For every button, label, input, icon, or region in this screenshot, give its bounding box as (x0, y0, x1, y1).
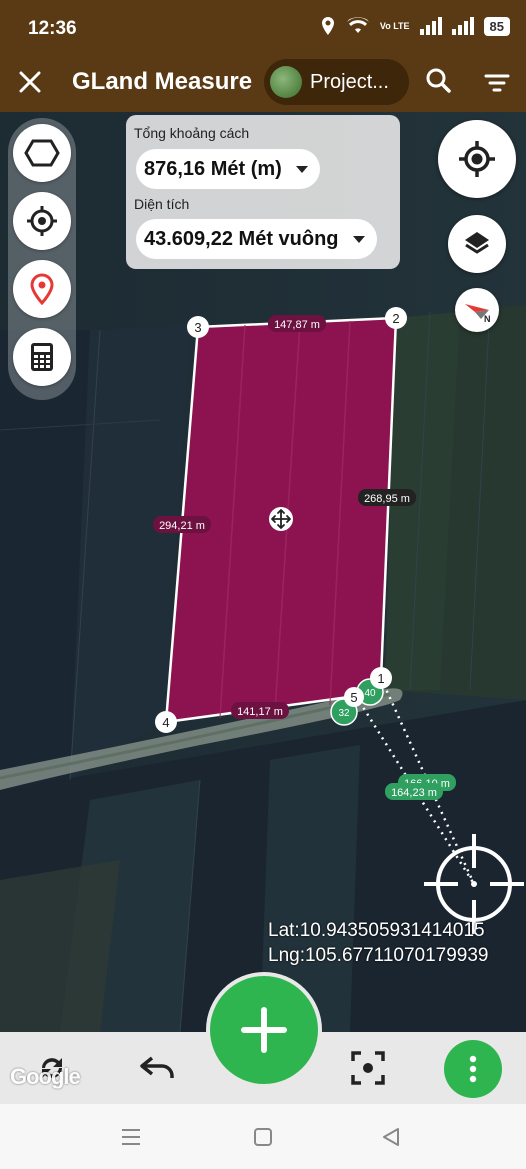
undo-icon (140, 1056, 174, 1078)
measure-label-b: 164,23 m (385, 783, 443, 800)
home-square-icon (254, 1128, 272, 1146)
svg-text:N: N (484, 314, 491, 324)
vertex-2-label: 2 (392, 311, 399, 326)
app-title: GLand Measure (72, 68, 253, 95)
edge-label-right-text: 268,95 m (364, 493, 410, 505)
compass-icon: N (465, 304, 491, 324)
more-options-button[interactable] (444, 1040, 502, 1098)
layers-icon (465, 232, 489, 254)
vertex-2[interactable]: 2 (385, 307, 407, 329)
measurement-panel: Tổng khoảng cách 876,16 Mét (m) Diện tíc… (126, 115, 400, 269)
google-attribution: Google (10, 1064, 81, 1089)
vertex-5[interactable]: 5 (344, 687, 364, 707)
edge-label-bottom: 141,17 m (231, 702, 289, 719)
edge-label-left: 294,21 m (153, 516, 211, 533)
vertex-1[interactable]: 1 (370, 667, 392, 689)
vertex-4-label: 4 (162, 715, 169, 730)
focus-button[interactable] (342, 1042, 394, 1094)
latitude-text: Lat:10.943505931414015 (268, 920, 485, 941)
undo-button[interactable] (132, 1042, 184, 1094)
filter-icon (484, 74, 510, 92)
plus-icon (241, 1007, 287, 1053)
area-unit-select[interactable]: 43.609,22 Mét vuông (136, 219, 377, 259)
menu-lines-icon (122, 1129, 140, 1145)
location-icon (321, 17, 334, 35)
layers-button[interactable] (448, 215, 506, 273)
edge-label-bottom-text: 141,17 m (237, 706, 283, 718)
search-icon (426, 68, 451, 93)
project-selector[interactable]: Project... (264, 59, 409, 105)
area-value: 43.609,22 Mét vuông (144, 227, 339, 250)
vertex-4[interactable]: 4 (155, 711, 177, 733)
app-bar: GLand Measure Project... (0, 54, 526, 112)
more-vertical-icon (469, 1055, 477, 1083)
close-icon (19, 71, 41, 93)
signal-icon-2 (451, 17, 474, 35)
longitude-text: Lng:105.67711070179939 (268, 945, 489, 966)
calculator-button[interactable] (13, 328, 71, 386)
signal-icon (419, 17, 442, 35)
polygon-tool-button[interactable] (13, 124, 71, 182)
area-label: Diện tích (134, 196, 190, 212)
vertex-3-label: 3 (194, 320, 201, 335)
system-nav-bar (0, 1104, 526, 1169)
recent-apps-button[interactable] (118, 1124, 144, 1150)
map-pin-icon (30, 273, 54, 305)
compass-button[interactable]: N (455, 288, 499, 332)
project-thumbnail (270, 66, 302, 98)
close-button[interactable] (14, 66, 46, 98)
home-button[interactable] (250, 1124, 276, 1150)
edge-label-right: 268,95 m (358, 489, 416, 506)
marker-32-text: 32 (338, 708, 350, 719)
vertex-3[interactable]: 3 (187, 316, 209, 338)
battery-indicator: 85 (483, 16, 510, 36)
search-button[interactable] (422, 64, 456, 98)
add-marker-button[interactable] (13, 260, 71, 318)
edge-label-left-text: 294,21 m (159, 520, 205, 532)
status-time: 12:36 (28, 18, 77, 39)
back-triangle-icon (383, 1128, 399, 1146)
move-icon[interactable] (269, 507, 293, 531)
distance-value: 876,16 Mét (m) (144, 157, 282, 180)
marker-40-text: 40 (364, 688, 376, 699)
project-label: Project... (310, 70, 389, 93)
locate-point-button[interactable] (13, 192, 71, 250)
network-type: Vo LTE (379, 20, 410, 31)
vertex-5-label: 5 (350, 690, 357, 705)
my-location-button[interactable] (438, 120, 516, 198)
calculator-icon (31, 343, 53, 371)
focus-frame-icon (351, 1051, 385, 1085)
coordinate-readout: Lat:10.943505931414015 Lng:105.677110701… (268, 918, 489, 968)
vertex-1-label: 1 (377, 671, 384, 686)
add-point-button[interactable] (210, 976, 318, 1084)
status-icons: Vo LTE 85 (320, 16, 510, 36)
left-toolbar (8, 118, 76, 400)
filter-button[interactable] (480, 66, 514, 100)
chevron-down-icon (295, 165, 308, 173)
edge-label-top-text: 147,87 m (274, 319, 320, 331)
chevron-down-icon (352, 235, 365, 243)
gps-icon (459, 141, 495, 177)
edge-label-top: 147,87 m (268, 315, 326, 332)
hexagon-icon (24, 139, 60, 167)
distance-unit-select[interactable]: 876,16 Mét (m) (136, 149, 320, 189)
measure-label-b-text: 164,23 m (391, 787, 437, 799)
back-button[interactable] (378, 1124, 404, 1150)
distance-label: Tổng khoảng cách (134, 125, 250, 141)
status-bar: 12:36 Vo LTE 85 (0, 0, 526, 54)
crosshair-target-icon (27, 206, 57, 236)
wifi-icon (346, 17, 369, 33)
